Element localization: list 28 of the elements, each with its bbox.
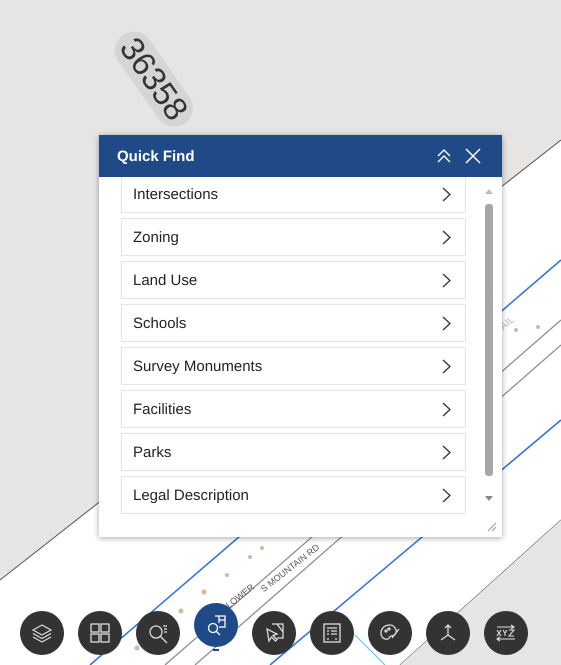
list-item[interactable]: Intersections [121,177,466,213]
list-item[interactable]: Schools [121,304,466,342]
list-item[interactable]: Facilities [121,390,466,428]
chevron-right-icon [442,358,451,374]
chevron-right-icon [442,488,451,502]
list-item[interactable]: Legal Description [121,476,466,514]
close-icon[interactable] [464,147,482,165]
cursor-select-icon [263,622,285,644]
panel-title: Quick Find [117,148,196,164]
scroll-down-icon[interactable] [485,496,493,501]
chevron-right-icon [442,230,451,244]
grid-icon [89,622,111,644]
chevron-right-icon [442,186,451,202]
search-map-icon [205,614,227,636]
document-list-icon [321,622,343,644]
collapse-icon[interactable] [436,148,452,164]
layers-icon [31,622,53,644]
chevron-right-icon [442,272,451,288]
list-item[interactable]: Land Use [121,261,466,299]
resize-grip-icon[interactable] [487,522,497,532]
chevron-right-icon [442,444,451,460]
list-item[interactable]: Zoning [121,218,466,256]
list-item[interactable]: Parks [121,433,466,471]
chevron-right-icon [442,402,451,416]
map-label: AIL [498,314,517,332]
chevron-right-icon [442,316,451,330]
list-item[interactable]: Survey Monuments [121,347,466,385]
xyz-icon [494,622,518,644]
